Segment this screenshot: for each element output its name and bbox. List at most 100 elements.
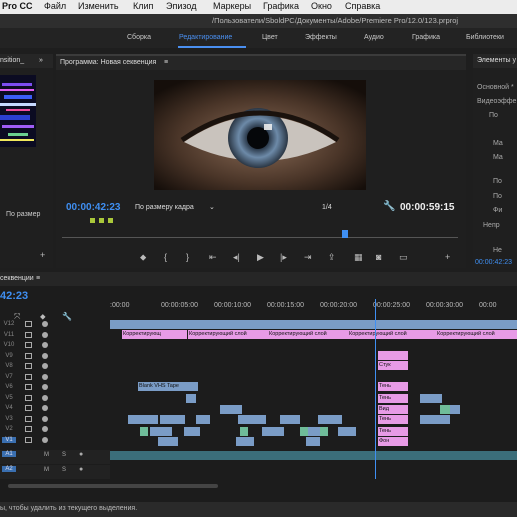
workspace-assembly[interactable]: Сборка xyxy=(127,34,151,41)
panel-expand-icon[interactable]: » xyxy=(39,57,43,64)
video-clip[interactable] xyxy=(150,427,172,436)
track-header[interactable]: V2 xyxy=(0,425,110,435)
toggle-sync-lock-icon[interactable] xyxy=(25,342,32,348)
track-label[interactable]: V2 xyxy=(2,426,16,432)
source-tab[interactable]: nsition_ xyxy=(0,57,24,64)
audio-clip[interactable] xyxy=(110,451,517,460)
video-clip[interactable] xyxy=(236,437,254,446)
track-label[interactable]: V9 xyxy=(2,353,16,359)
video-clip[interactable] xyxy=(262,427,284,436)
eye-icon[interactable] xyxy=(42,363,48,369)
track-header[interactable]: V10 xyxy=(0,341,110,351)
menu-sequence[interactable]: Эпизод xyxy=(166,1,196,11)
transition-clip[interactable] xyxy=(320,427,328,436)
track-label[interactable]: V12 xyxy=(2,321,16,327)
eye-icon[interactable] xyxy=(42,405,48,411)
menu-edit[interactable]: Изменить xyxy=(78,1,119,11)
solo-button[interactable]: S xyxy=(62,452,66,458)
timeline-clip[interactable] xyxy=(110,320,517,329)
track-header[interactable]: V7 xyxy=(0,373,110,383)
app-name[interactable]: Pro CC xyxy=(2,1,33,11)
eye-icon[interactable] xyxy=(42,352,48,359)
video-clip[interactable] xyxy=(220,405,242,414)
source-add-icon[interactable]: + xyxy=(40,250,45,260)
toggle-sync-lock-icon[interactable] xyxy=(25,415,32,422)
adjustment-layer-clip[interactable]: Корректирующий слой xyxy=(188,330,268,339)
video-clip[interactable] xyxy=(160,415,185,424)
text-clip[interactable]: Фон xyxy=(378,437,408,446)
wrench-icon[interactable]: 🔧 xyxy=(383,201,395,212)
master-clip-label[interactable]: Основной * xyxy=(477,84,514,91)
transition-clip[interactable] xyxy=(300,427,308,436)
fit-select[interactable]: По размеру кадра xyxy=(135,204,194,211)
text-clip[interactable]: Тень xyxy=(378,415,408,424)
fit-dropdown-icon[interactable]: ⌄ xyxy=(209,203,215,211)
video-clip[interactable] xyxy=(318,415,342,424)
adjustment-layer-clip[interactable]: Корректирующий слой xyxy=(436,330,517,339)
toggle-sync-lock-icon[interactable] xyxy=(25,373,32,380)
track-label[interactable]: A1 xyxy=(2,451,16,457)
track-header[interactable]: V4 xyxy=(0,404,110,414)
extract-icon[interactable]: ▦ xyxy=(354,252,363,263)
toggle-sync-lock-icon[interactable] xyxy=(25,405,32,411)
timeline-menu-icon[interactable]: ≡ xyxy=(36,275,40,282)
timeline-ruler[interactable]: :00:00 00:00:05:00 00:00:10:00 00:00:15:… xyxy=(110,299,517,315)
effect-row-scale[interactable]: Ма xyxy=(493,140,503,147)
toggle-sync-lock-icon[interactable] xyxy=(25,331,32,338)
adjustment-layer-clip[interactable]: Корректирующий слой xyxy=(348,330,436,339)
menu-graphics[interactable]: Графика xyxy=(263,1,299,11)
menu-file[interactable]: Файл xyxy=(44,1,66,11)
video-clip[interactable] xyxy=(306,437,320,446)
track-header[interactable]: V6 xyxy=(0,383,110,393)
transition-clip[interactable] xyxy=(140,427,148,436)
effect-row-anchor[interactable]: По xyxy=(493,193,502,200)
menu-help[interactable]: Справка xyxy=(345,1,380,11)
eye-icon[interactable] xyxy=(42,384,48,390)
effect-row-opacity[interactable]: Непр xyxy=(483,222,500,229)
play-icon[interactable]: ▶ xyxy=(257,252,264,263)
program-add-icon[interactable]: + xyxy=(445,252,450,262)
video-clip[interactable] xyxy=(128,415,158,424)
vhs-clip[interactable]: Blank VHS Tape xyxy=(138,382,198,391)
go-to-out-icon[interactable]: ⇥ xyxy=(304,252,312,263)
step-back-icon[interactable]: ◂| xyxy=(233,252,240,263)
source-fit-select[interactable]: По размер xyxy=(6,211,40,218)
track-header[interactable]: V11 xyxy=(0,331,110,341)
adjustment-layer-clip[interactable]: Корректирующ xyxy=(122,330,187,339)
step-forward-icon[interactable]: |▸ xyxy=(280,252,287,263)
camera-icon[interactable]: ◙ xyxy=(376,252,381,262)
effect-row-blend[interactable]: Не xyxy=(493,247,502,254)
timeline-tab[interactable]: секвенции xyxy=(0,275,34,282)
timeline-playhead[interactable] xyxy=(375,299,376,479)
menu-window[interactable]: Окно xyxy=(311,1,332,11)
timeline-scrollbar[interactable] xyxy=(8,484,218,488)
panel-menu-icon[interactable]: ≡ xyxy=(164,59,168,66)
track-label[interactable]: V7 xyxy=(2,374,16,380)
track-label[interactable]: V8 xyxy=(2,363,16,369)
video-clip[interactable] xyxy=(238,415,266,424)
video-clip[interactable] xyxy=(280,415,300,424)
text-clip[interactable]: Тень xyxy=(378,382,408,391)
text-clip[interactable]: Вид xyxy=(378,405,408,414)
effect-row-scale-width[interactable]: Ма xyxy=(493,154,503,161)
video-clip[interactable] xyxy=(158,437,178,446)
go-to-in-icon[interactable]: ⇤ xyxy=(209,252,217,263)
video-clip[interactable] xyxy=(450,405,460,414)
eye-icon[interactable] xyxy=(42,426,48,432)
menu-markers[interactable]: Маркеры xyxy=(213,1,251,11)
track-header[interactable]: V5 xyxy=(0,394,110,404)
track-label[interactable]: V1 xyxy=(2,436,16,443)
track-header[interactable]: V8 xyxy=(0,362,110,372)
eye-icon[interactable] xyxy=(42,342,48,348)
audio-track-header[interactable]: A1 M S ● xyxy=(0,450,110,464)
workspace-editing[interactable]: Редактирование xyxy=(179,34,232,41)
mark-in-icon[interactable]: { xyxy=(164,252,167,262)
video-clip[interactable] xyxy=(420,394,442,403)
workspace-graphics[interactable]: Графика xyxy=(412,34,440,41)
video-clip[interactable] xyxy=(186,394,196,403)
playhead-icon[interactable] xyxy=(342,230,348,238)
add-marker-icon[interactable]: ⬥ xyxy=(140,252,146,263)
video-clip[interactable] xyxy=(196,415,210,424)
program-scrubber[interactable] xyxy=(62,237,458,238)
microphone-icon[interactable]: ● xyxy=(79,466,83,473)
